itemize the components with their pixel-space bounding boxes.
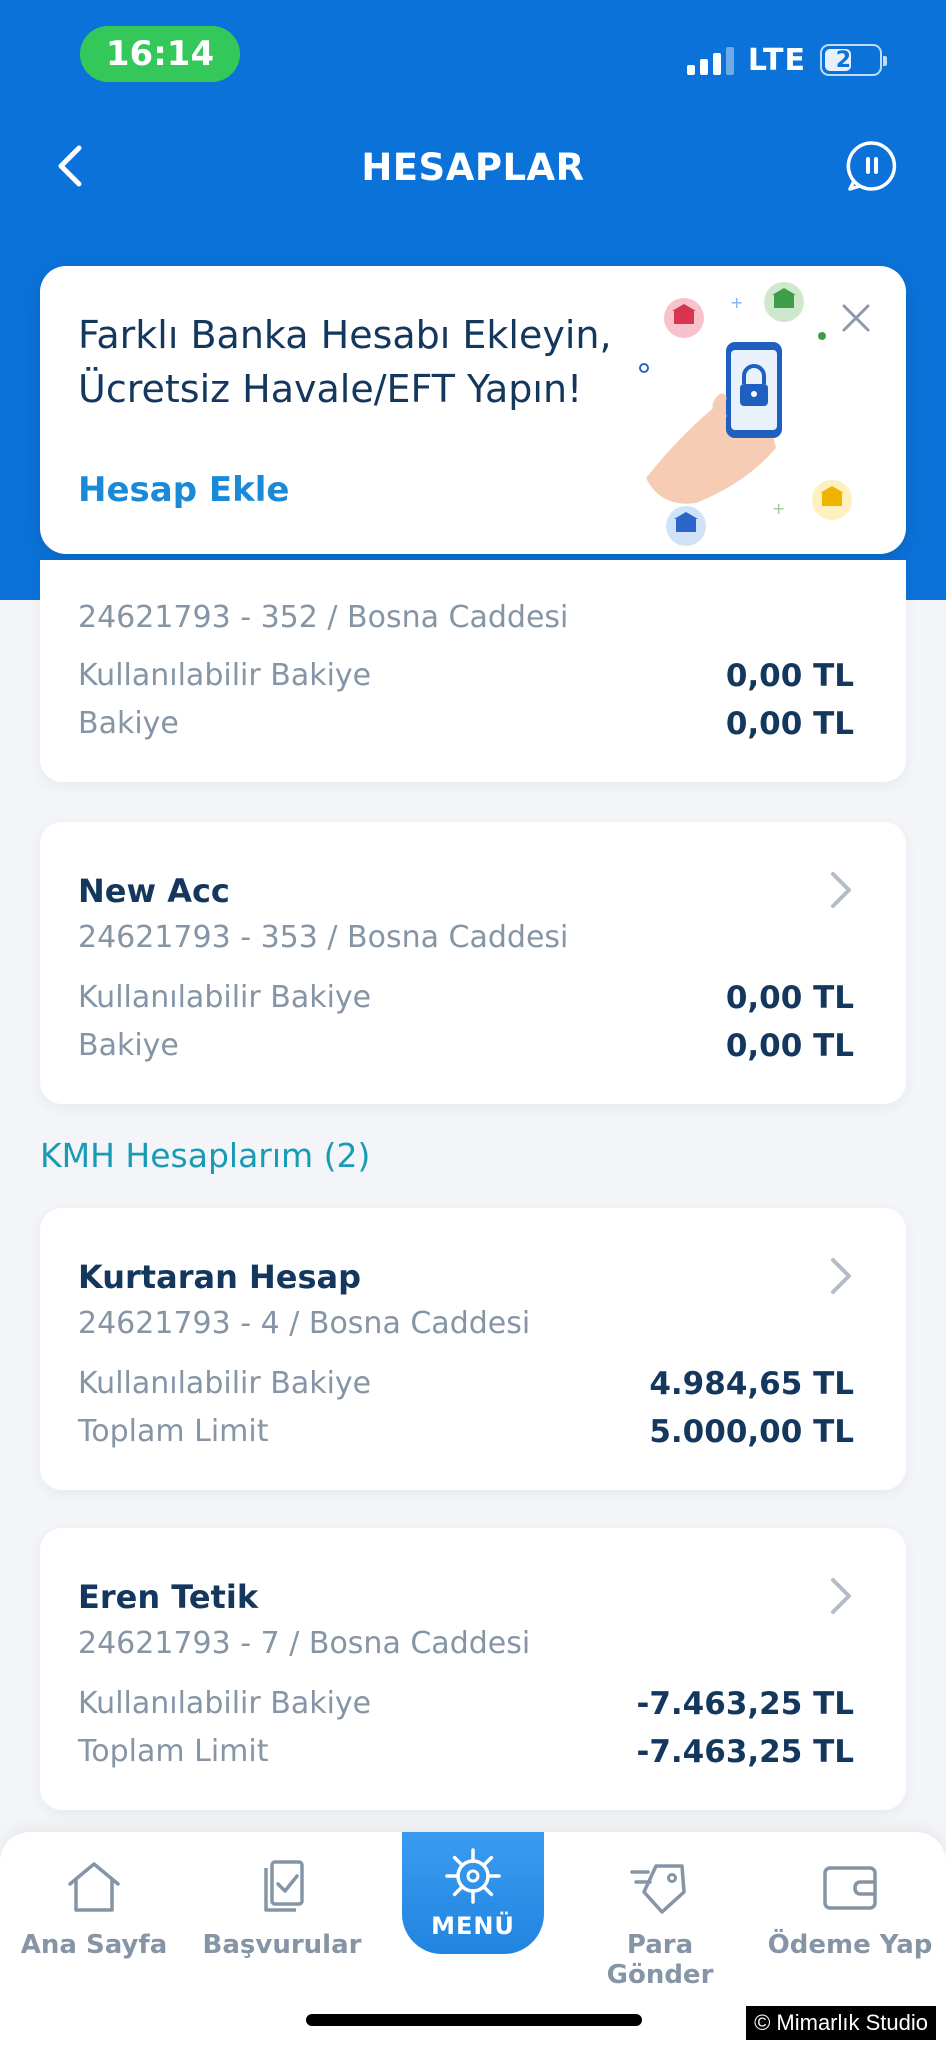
total-limit-value: -7.463,25 TL <box>636 1734 854 1770</box>
account-card[interactable]: New Acc 24621793 - 353 / Bosna Caddesi K… <box>40 822 906 1104</box>
battery-level: 21 <box>835 47 867 73</box>
status-time: 16:14 <box>80 26 240 82</box>
menu-label: MENÜ <box>431 1912 515 1940</box>
nav-pay-label: Ödeme Yap <box>767 1930 933 1960</box>
kmh-account-card[interactable]: Kurtaran Hesap 24621793 - 4 / Bosna Cadd… <box>40 1208 906 1490</box>
home-icon <box>68 1862 120 1912</box>
battery-icon: 21 <box>820 44 887 76</box>
promo-card[interactable]: Farklı Banka Hesabı Ekleyin, Ücretsiz Ha… <box>40 266 906 554</box>
available-balance-label: Kullanılabilir Bakiye <box>78 980 372 1015</box>
nav-send-money[interactable]: Para Gönder <box>570 1858 750 1990</box>
close-icon[interactable] <box>838 300 874 336</box>
chevron-right-icon <box>831 1258 851 1294</box>
ship-wheel-icon <box>445 1848 501 1904</box>
nav-pay[interactable]: Ödeme Yap <box>760 1858 940 1978</box>
account-card[interactable]: 24621793 - 352 / Bosna Caddesi Kullanıla… <box>40 560 906 782</box>
total-limit-label: Toplam Limit <box>78 1414 269 1449</box>
total-limit-value: 5.000,00 TL <box>649 1414 854 1450</box>
nav-applications[interactable]: Başvurular <box>192 1858 372 1978</box>
chat-pause-icon <box>846 141 897 191</box>
wallet-icon <box>823 1866 877 1910</box>
send-money-tag-icon <box>630 1864 686 1914</box>
chevron-right-icon <box>831 872 851 908</box>
nav-home[interactable]: Ana Sayfa <box>4 1858 184 1978</box>
status-indicators: LTE 21 <box>686 40 887 80</box>
promo-title-line2: Ücretsiz Havale/EFT Yapın! <box>78 367 583 411</box>
available-balance-value: 0,00 TL <box>725 980 854 1016</box>
add-account-link[interactable]: Hesap Ekle <box>78 470 289 510</box>
account-number: 24621793 - 353 / Bosna Caddesi <box>78 920 569 955</box>
network-label: LTE <box>747 42 806 78</box>
svg-text:+: + <box>730 293 743 312</box>
account-number: 24621793 - 352 / Bosna Caddesi <box>78 600 569 635</box>
documents-check-icon <box>264 1860 304 1912</box>
signal-icon <box>686 45 734 75</box>
chevron-right-icon <box>831 1578 851 1614</box>
home-indicator <box>306 2014 642 2026</box>
page-title: HESAPLAR <box>361 146 585 189</box>
account-number: 24621793 - 4 / Bosna Caddesi <box>78 1306 531 1341</box>
account-name: New Acc <box>78 872 230 910</box>
account-number: 24621793 - 7 / Bosna Caddesi <box>78 1626 531 1661</box>
available-balance-value: 0,00 TL <box>725 658 854 694</box>
kmh-account-card[interactable]: Eren Tetik 24621793 - 7 / Bosna Caddesi … <box>40 1528 906 1810</box>
kmh-section-title: KMH Hesaplarım (2) <box>40 1136 371 1175</box>
balance-value: 0,00 TL <box>725 706 854 742</box>
nav-send-money-label: Para Gönder <box>606 1930 714 1990</box>
promo-title: Farklı Banka Hesabı Ekleyin, Ücretsiz Ha… <box>78 308 638 416</box>
available-balance-label: Kullanılabilir Bakiye <box>78 658 372 693</box>
available-balance-label: Kullanılabilir Bakiye <box>78 1366 372 1401</box>
promo-title-line1: Farklı Banka Hesabı Ekleyin, <box>78 313 612 357</box>
menu-button[interactable]: MENÜ <box>402 1832 544 1954</box>
balance-label: Bakiye <box>78 706 179 741</box>
nav-applications-label: Başvurular <box>202 1930 362 1960</box>
nav-home-label: Ana Sayfa <box>20 1930 168 1960</box>
available-balance-label: Kullanılabilir Bakiye <box>78 1686 372 1721</box>
available-balance-value: -7.463,25 TL <box>636 1686 854 1722</box>
available-balance-value: 4.984,65 TL <box>649 1366 854 1402</box>
balance-label: Bakiye <box>78 1028 179 1063</box>
account-name: Eren Tetik <box>78 1578 259 1616</box>
status-time-label: 16:14 <box>105 34 215 74</box>
svg-text:+: + <box>772 499 785 518</box>
total-limit-label: Toplam Limit <box>78 1734 269 1769</box>
balance-value: 0,00 TL <box>725 1028 854 1064</box>
watermark: © Mimarlık Studio <box>746 2006 936 2040</box>
chat-button[interactable] <box>846 140 898 192</box>
account-name: Kurtaran Hesap <box>78 1258 362 1296</box>
